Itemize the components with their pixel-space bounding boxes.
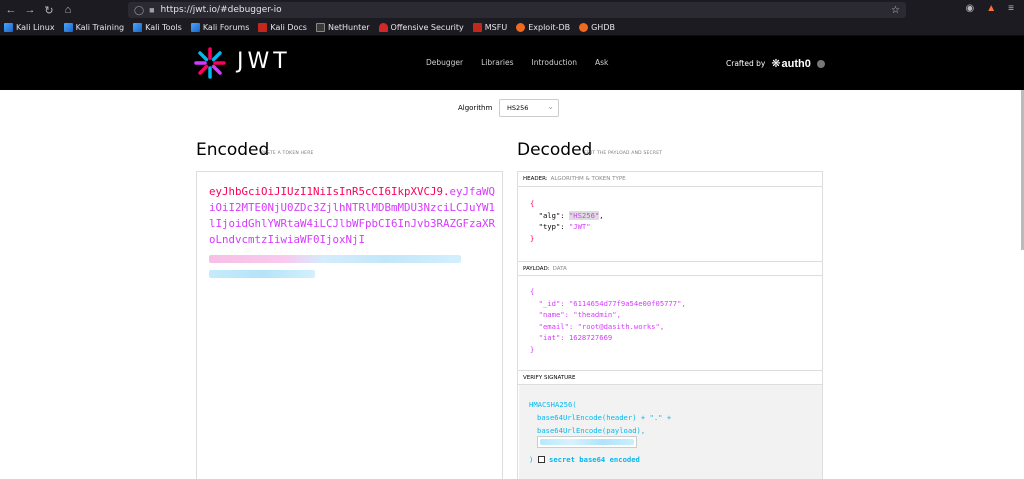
decoded-title: Decoded [517,140,593,160]
nav-libraries[interactable]: Libraries [481,58,513,67]
redacted-token-line [209,255,461,263]
algorithm-label: Algorithm [458,104,493,112]
secret-base64-checkbox[interactable] [538,456,545,463]
bookmark-ghdb[interactable]: GHDB [579,23,615,32]
jwt-logo-text[interactable]: JWT [237,49,291,74]
lock-icon[interactable]: ■ [149,5,154,15]
signature-close: ) [529,455,534,464]
nav-debugger[interactable]: Debugger [426,58,463,67]
offsec-icon [378,23,388,32]
header-section-label: HEADER: ALGORITHM & TOKEN TYPE [518,172,822,187]
bookmark-nethunter[interactable]: NetHunter [315,23,370,32]
bookmark-offensive-security[interactable]: Offensive Security [378,23,464,32]
site-nav: Debugger Libraries Introduction Ask [426,58,608,67]
chevron-down-icon: ⌄ [547,102,554,111]
signature-line-header: base64UrlEncode(header) + "." + [537,413,672,422]
header-json-editor[interactable]: { "alg": "HS256", "typ": "JWT" } [530,198,604,244]
kali-icon [133,23,143,32]
home-icon[interactable]: ⌂ [61,3,75,17]
jwt-logo-icon[interactable] [194,47,226,79]
exploit-db-icon [516,23,526,32]
nethunter-icon [315,23,325,32]
bookmark-kali-tools[interactable]: Kali Tools [133,23,182,32]
bookmark-kali-forums[interactable]: Kali Forums [190,23,249,32]
payload-json-editor[interactable]: { "_id": "6114654d77f9a54e00f05777", "na… [530,286,686,355]
firefox-account-icon[interactable]: ▲ [986,3,996,14]
menu-icon[interactable]: ≡ [1008,3,1014,14]
url-text[interactable]: https://jwt.io/#debugger-io [161,5,282,15]
bookmark-exploit-db[interactable]: Exploit-DB [516,23,570,32]
bookmark-kali-linux[interactable]: Kali Linux [4,23,55,32]
signature-fn: HMACSHA256( [529,400,577,409]
redacted-secret [540,439,634,445]
encoded-token-text[interactable]: eyJhbGciOiJIUzI1NiIsInR5cCI6IkpXVCJ9.eyJ… [209,184,499,248]
kali-docs-icon [258,23,268,32]
kali-icon [63,23,73,32]
bookmark-kali-docs[interactable]: Kali Docs [258,23,307,32]
nav-introduction[interactable]: Introduction [532,58,577,67]
decoded-subtitle: EDIT THE PAYLOAD AND SECRET [584,151,663,156]
secret-base64-label[interactable]: secret base64 encoded [549,453,640,466]
shield-icon[interactable]: ◯ [134,5,144,16]
payload-section-label: PAYLOAD: DATA [518,261,822,276]
pocket-icon[interactable]: ◉ [966,3,975,14]
encoded-subtitle: PASTE A TOKEN HERE [261,151,314,156]
reload-icon[interactable]: ↻ [42,3,56,17]
crafted-by[interactable]: Crafted by ❋ auth0 [726,57,825,70]
back-icon[interactable]: ← [4,3,18,17]
kali-icon [190,23,200,32]
site-header: JWT Debugger Libraries Introduction Ask … [0,36,1024,90]
address-bar[interactable]: ◯ ■ https://jwt.io/#debugger-io ☆ [128,2,906,18]
redacted-token-line [209,270,315,278]
browser-toolbar: ← → ↻ ⌂ ◯ ■ https://jwt.io/#debugger-io … [0,0,1024,20]
bookmark-star-icon[interactable]: ☆ [891,5,900,16]
kali-icon [4,23,13,32]
forward-icon[interactable]: → [23,3,37,17]
nav-ask[interactable]: Ask [595,58,608,67]
auth0-logo-text: auth0 [781,57,811,70]
bookmarks-bar: Kali Linux Kali Training Kali Tools Kali… [0,20,1024,36]
algorithm-select[interactable]: HS256 ⌄ [499,99,559,117]
signature-section-label: VERIFY SIGNATURE [518,370,822,385]
bookmark-kali-training[interactable]: Kali Training [63,23,124,32]
encoded-title: Encoded [196,140,270,160]
bookmark-msfu[interactable]: MSFU [472,23,507,32]
auth0-icon: ❋ [771,58,781,70]
info-icon[interactable] [816,59,825,68]
msfu-icon [472,23,482,32]
ghdb-icon [579,23,589,32]
